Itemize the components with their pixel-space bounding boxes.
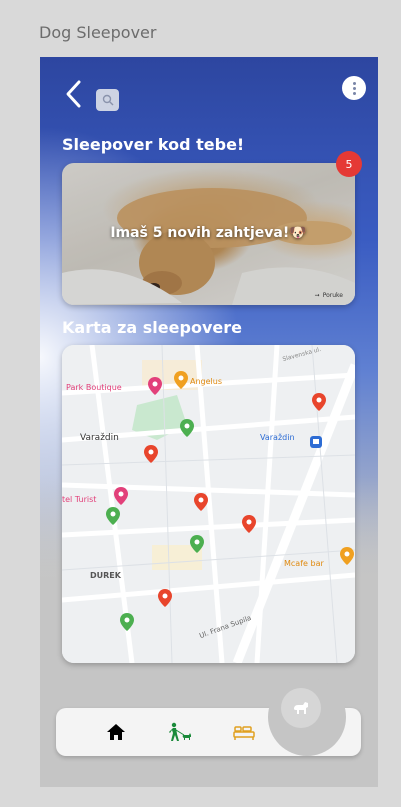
back-button[interactable] [62, 79, 86, 109]
more-options-button[interactable] [342, 76, 366, 100]
map-label-park-boutique: Park Boutique [66, 383, 122, 392]
arrow-right-icon: ➞ [314, 292, 320, 299]
more-vertical-icon [352, 81, 356, 85]
map-title: Karta za sleepovere [62, 318, 242, 337]
sleepover-pin-icon[interactable] [144, 445, 158, 463]
nav-walk[interactable] [168, 721, 192, 743]
sleepover-card[interactable]: Imaš 5 novih zahtjeva!🐶 ➞ Poruke [62, 163, 355, 305]
dog-walk-icon [169, 722, 191, 741]
bed-icon [233, 726, 255, 740]
home-icon [107, 724, 125, 740]
notification-badge: 5 [336, 151, 362, 177]
new-requests-message: Imaš 5 novih zahtjeva!🐶 [110, 225, 307, 241]
sleepover-pin-icon[interactable] [180, 419, 194, 437]
sleepover-pin-icon[interactable] [120, 613, 134, 631]
sleepover-map[interactable]: Park Boutique Angelus Varaždin Varaždin … [62, 345, 355, 663]
sleepover-pin-icon[interactable] [158, 589, 172, 607]
place-pin-icon[interactable] [340, 547, 354, 565]
search-icon [102, 94, 113, 106]
map-label-varazdin: Varaždin [80, 433, 119, 443]
map-label-varazdin-station: Varaždin [260, 433, 295, 442]
place-pin-icon[interactable] [114, 487, 128, 505]
map-label-angelus: Angelus [190, 377, 223, 386]
messages-link[interactable]: ➞ Poruke [315, 292, 343, 299]
place-pin-icon[interactable] [148, 377, 162, 395]
messages-label: Poruke [322, 292, 343, 299]
map-label-durek: DUREK [90, 571, 121, 580]
dog-icon [294, 702, 308, 714]
nav-sleepover[interactable] [232, 721, 256, 743]
train-station-icon [310, 436, 322, 448]
sleepover-pin-icon[interactable] [190, 535, 204, 553]
place-pin-icon[interactable] [174, 371, 188, 389]
frame-title: Dog Sleepover [39, 23, 157, 42]
app-screen: Sleepover kod tebe! Imaš 5 novih zahtjev… [40, 57, 378, 787]
sleepover-pin-icon[interactable] [242, 515, 256, 533]
dog-fab-button[interactable] [281, 688, 321, 728]
map-label-mcafe: Mcafe bar [284, 559, 324, 568]
nav-home[interactable] [104, 721, 128, 743]
map-label-hotel-turist: tel Turist [62, 495, 97, 504]
chevron-left-icon [66, 80, 81, 108]
sleepover-pin-icon[interactable] [312, 393, 326, 411]
search-button[interactable] [96, 89, 119, 111]
sleepover-title: Sleepover kod tebe! [62, 135, 245, 154]
sleepover-pin-icon[interactable] [194, 493, 208, 511]
sleepover-pin-icon[interactable] [106, 507, 120, 525]
